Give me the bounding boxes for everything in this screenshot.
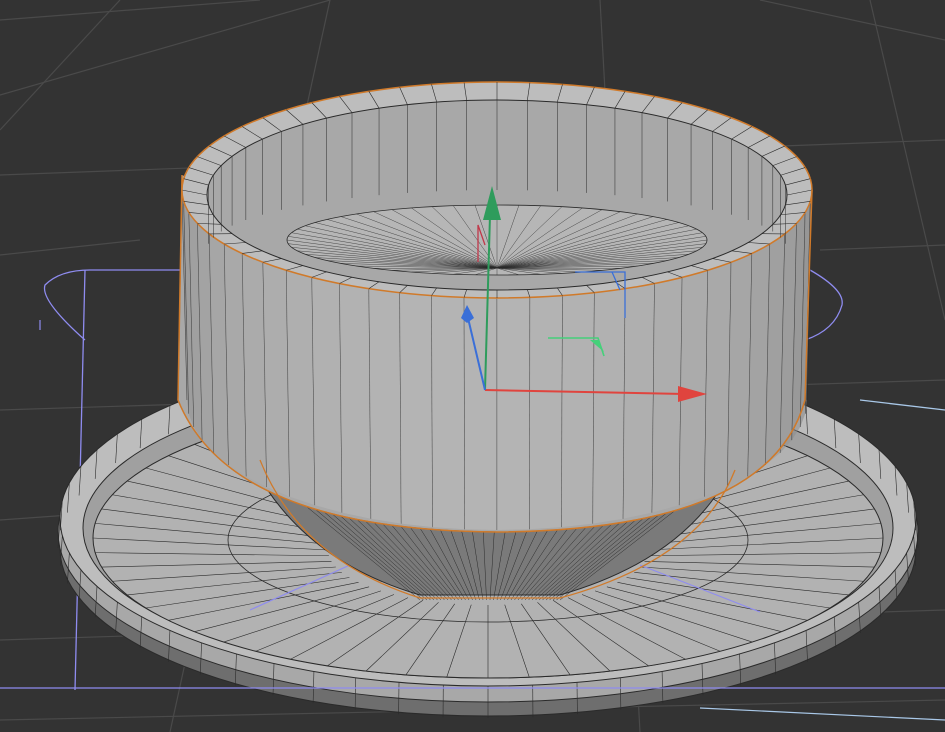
- grid-line: [869, 0, 945, 321]
- cup-body-facet: [262, 260, 290, 497]
- lattice-edge[interactable]: [699, 707, 945, 721]
- cup-body-facet: [368, 285, 402, 524]
- cup-body-facet: [399, 289, 433, 528]
- cup-body-facet: [431, 292, 465, 530]
- cup-body-facet: [679, 268, 708, 506]
- grid-line: [0, 0, 261, 21]
- cup-body-facet: [497, 294, 530, 530]
- 3d-viewport[interactable]: [0, 0, 945, 732]
- lattice-edge[interactable]: [859, 399, 945, 411]
- lattice-edge[interactable]: [804, 269, 843, 341]
- cup-body-facet: [339, 280, 371, 519]
- cup-body-facet: [561, 289, 595, 528]
- grid-line: [759, 0, 945, 41]
- cup-body-facet: [623, 280, 655, 519]
- cup-body-facet: [529, 292, 563, 530]
- grid-line: [819, 244, 945, 251]
- cup-body-facet: [242, 251, 267, 487]
- cup-body-facet: [311, 274, 342, 513]
- grid-line: [0, 239, 141, 256]
- grid-line: [0, 0, 331, 96]
- viewport-canvas[interactable]: [0, 0, 945, 732]
- cup-body-facet: [464, 294, 497, 530]
- cup-body-facet: [592, 285, 626, 524]
- grid-line: [0, 0, 121, 131]
- cup-body-facet: [704, 260, 732, 497]
- cup-body-facet: [286, 268, 315, 506]
